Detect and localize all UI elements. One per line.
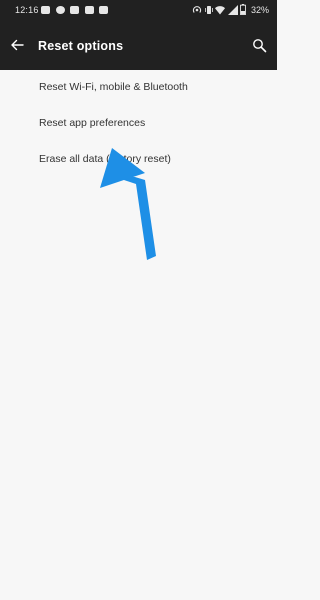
reset-network-option[interactable]: Reset Wi-Fi, mobile & Bluetooth	[0, 70, 277, 106]
youtube-icon	[41, 6, 50, 14]
youtube-icon	[84, 6, 94, 14]
wifi-icon	[215, 5, 226, 15]
page-title: Reset options	[38, 39, 124, 53]
facebook-icon	[55, 6, 65, 14]
status-time: 12:16	[15, 5, 39, 15]
vibrate-icon	[205, 5, 213, 14]
hotspot-icon	[193, 5, 202, 13]
battery-icon	[240, 4, 247, 16]
youtube-icon	[70, 6, 80, 14]
option-label: Reset app preferences	[39, 117, 146, 129]
search-icon[interactable]	[252, 38, 267, 53]
app-toolbar: Reset options	[0, 22, 277, 70]
battery-percent: 32%	[250, 4, 269, 15]
option-label: Reset Wi-Fi, mobile & Bluetooth	[39, 81, 188, 93]
reset-app-preferences-option[interactable]: Reset app preferences	[0, 106, 277, 142]
signal-icon	[227, 4, 238, 15]
system-icons: 32%	[192, 4, 269, 18]
notification-icons	[41, 6, 111, 16]
back-arrow-icon[interactable]	[10, 38, 24, 52]
app-icon	[99, 6, 109, 14]
status-bar: 12:16 32%	[0, 0, 277, 22]
annotation-arrow	[100, 148, 156, 260]
